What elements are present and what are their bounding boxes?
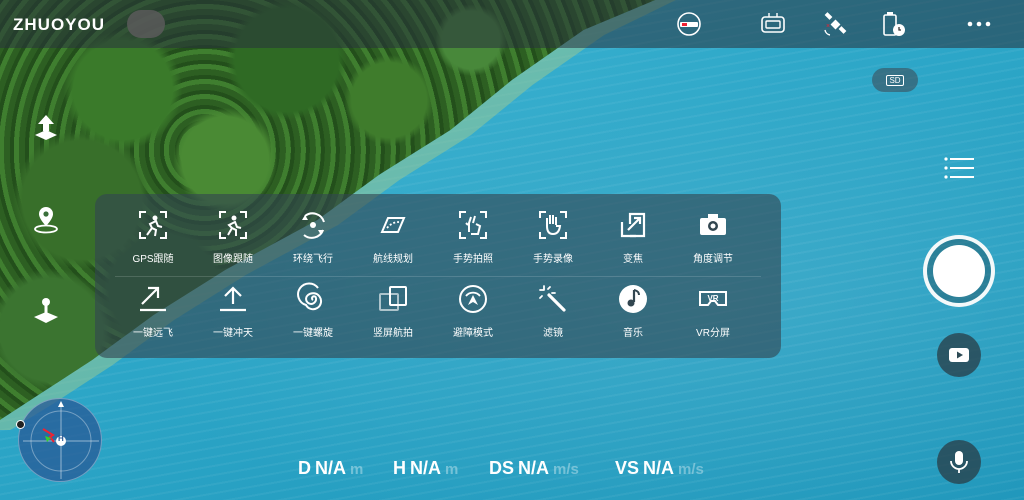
fn-fly-away[interactable]: 一键远飞 [113, 280, 193, 344]
fn-label: 滤镜 [543, 328, 563, 339]
voice-control-button[interactable] [937, 440, 981, 484]
telemetry-value: N/A [643, 458, 675, 478]
fly-away-icon [134, 280, 172, 318]
compass-radar: H [18, 398, 102, 482]
fn-filter[interactable]: 滤镜 [513, 280, 593, 344]
rocket-up-icon [214, 280, 252, 318]
telemetry-key: D [298, 458, 311, 478]
fn-label: 避障模式 [453, 328, 493, 339]
function-grid: GPS跟随 图像跟随 环绕飞行 航线规划 手势拍照 手势录像 变焦 角度调节 一… [113, 206, 763, 344]
location-pin-icon [34, 207, 58, 234]
fn-obstacle-avoid[interactable]: 避障模式 [433, 280, 513, 344]
fn-label: 竖屏航拍 [373, 328, 413, 339]
fn-gesture-video[interactable]: 手势录像 [513, 206, 593, 270]
image-follow-icon [214, 206, 252, 244]
shutter-button[interactable] [923, 235, 995, 307]
microphone-icon [950, 451, 968, 473]
fn-label: 手势录像 [533, 254, 573, 265]
fn-route-planning[interactable]: 航线规划 [353, 206, 433, 270]
sd-card-label: SD [886, 74, 904, 86]
fn-angle-adjust[interactable]: 角度调节 [673, 206, 753, 270]
obstacle-avoid-icon [454, 280, 492, 318]
video-play-icon [949, 348, 969, 362]
fn-label: 音乐 [623, 328, 643, 339]
zoom-icon [614, 206, 652, 244]
svg-text:VR: VR [707, 294, 718, 303]
function-panel: GPS跟随 图像跟随 环绕飞行 航线规划 手势拍照 手势录像 变焦 角度调节 一… [95, 194, 781, 358]
video-mode-button[interactable] [937, 333, 981, 377]
telemetry-vertical-speed: VS N/A m/s [615, 458, 704, 482]
telemetry-unit: m [350, 461, 364, 478]
fn-label: 手势拍照 [453, 254, 493, 265]
fn-image-follow[interactable]: 图像跟随 [193, 206, 273, 270]
compass-toggle-icon[interactable] [16, 420, 25, 429]
telemetry-distance: D N/A m [298, 458, 363, 482]
telemetry-value: N/A [518, 458, 550, 478]
fn-orbit-flight[interactable]: 环绕飞行 [273, 206, 353, 270]
spiral-icon [294, 280, 332, 318]
angle-adjust-icon [694, 206, 732, 244]
battery-icon[interactable] [878, 10, 908, 38]
telemetry-value: N/A [410, 458, 441, 478]
telemetry-unit: m/s [553, 461, 579, 478]
route-planning-icon [374, 206, 412, 244]
orbit-flight-icon [294, 206, 332, 244]
fn-label: 环绕飞行 [293, 254, 333, 265]
telemetry-height: H N/A m [393, 458, 458, 482]
takeoff-button[interactable] [29, 110, 63, 144]
portrait-shoot-icon [374, 280, 412, 318]
top-status-bar: ZHUOYOU × [0, 0, 1024, 48]
fn-label: 一键螺旋 [293, 328, 333, 339]
connection-badge [127, 10, 165, 38]
telemetry-unit: m [445, 461, 459, 478]
telemetry-value: N/A [315, 458, 346, 478]
joystick-icon [34, 298, 58, 323]
filter-icon [534, 280, 572, 318]
fn-music[interactable]: 音乐 [593, 280, 673, 344]
fn-label: 一键冲天 [213, 328, 253, 339]
remote-status-icon[interactable] [674, 10, 704, 38]
more-icon[interactable] [964, 10, 994, 38]
telemetry-key: VS [615, 458, 640, 478]
svg-text:×: × [826, 23, 830, 30]
telemetry-key: DS [489, 458, 515, 478]
gps-follow-icon [134, 206, 172, 244]
controller-icon[interactable] [758, 10, 788, 38]
joystick-button[interactable] [29, 294, 63, 328]
fn-gesture-photo[interactable]: 手势拍照 [433, 206, 513, 270]
vr-split-icon: VR [694, 280, 732, 318]
return-home-button[interactable] [29, 202, 63, 236]
brand-logo: ZHUOYOU [13, 15, 105, 34]
fn-spiral[interactable]: 一键螺旋 [273, 280, 353, 344]
fn-zoom[interactable]: 变焦 [593, 206, 673, 270]
fn-label: VR分屏 [696, 328, 730, 339]
gesture-video-icon [534, 206, 572, 244]
list-menu-icon[interactable] [943, 156, 975, 180]
takeoff-icon [35, 115, 57, 140]
gesture-photo-icon [454, 206, 492, 244]
fn-label: 航线规划 [373, 254, 413, 265]
telemetry-unit: m/s [678, 461, 704, 478]
telemetry-horizontal-speed: DS N/A m/s [489, 458, 579, 482]
fn-label: GPS跟随 [132, 254, 174, 265]
sd-card-status: SD [872, 68, 918, 92]
music-icon [614, 280, 652, 318]
telemetry-key: H [393, 458, 406, 478]
fn-label: 一键远飞 [133, 328, 173, 339]
satellite-icon[interactable]: × [820, 10, 850, 38]
fn-portrait-shoot[interactable]: 竖屏航拍 [353, 280, 433, 344]
home-point-label: H [58, 434, 64, 443]
fn-label: 图像跟随 [213, 254, 253, 265]
fn-vr-split[interactable]: VR VR分屏 [673, 280, 753, 344]
fn-rocket-up[interactable]: 一键冲天 [193, 280, 273, 344]
fn-label: 变焦 [623, 254, 643, 265]
fn-label: 角度调节 [693, 254, 733, 265]
fn-gps-follow[interactable]: GPS跟随 [113, 206, 193, 270]
